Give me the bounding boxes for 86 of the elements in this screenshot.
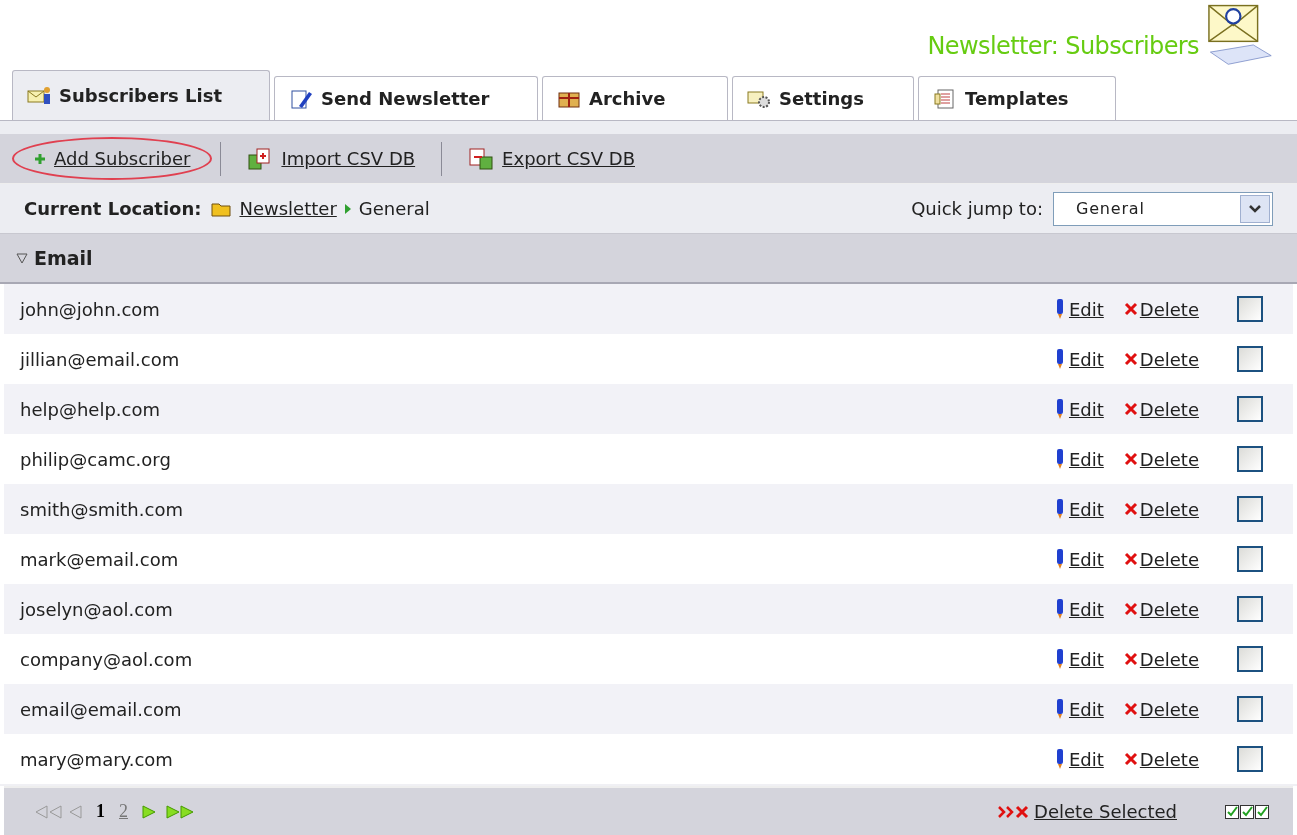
row-checkbox[interactable] (1237, 696, 1263, 722)
edit-link[interactable]: Edit (1057, 645, 1104, 673)
delete-icon (1123, 352, 1138, 366)
email-cell-text: jillian@email.com (20, 347, 180, 372)
row-checkbox[interactable] (1237, 396, 1263, 422)
row-checkbox[interactable] (1237, 746, 1263, 772)
marker-icon (1057, 749, 1063, 769)
tab[interactable]: Subscribers List (12, 70, 270, 120)
delete-link[interactable]: Delete (1123, 745, 1199, 773)
email-cell-text: company@aol.com (20, 647, 193, 672)
tab[interactable]: Templates (918, 76, 1116, 120)
edit-link[interactable]: Edit (1057, 495, 1104, 523)
toolbar-link[interactable]: Add Subscriber (12, 137, 213, 180)
location-label: Current Location: (24, 197, 202, 221)
tab[interactable]: Send Newsletter (274, 76, 538, 120)
marker-icon (1057, 599, 1063, 619)
delete-icon (1123, 652, 1138, 666)
row-checkbox[interactable] (1237, 596, 1263, 622)
edit-link[interactable]: Edit (1057, 695, 1104, 723)
row-checkbox[interactable] (1237, 646, 1263, 672)
email-cell-text: help@help.com (20, 397, 160, 422)
delete-link[interactable]: Delete (1123, 695, 1199, 723)
edit-link[interactable]: Edit (1057, 445, 1104, 473)
row-checkbox[interactable] (1237, 496, 1263, 522)
email-cell-text: email@email.com (20, 697, 182, 722)
breadcrumb-current: General (358, 197, 430, 221)
marker-icon (1057, 299, 1063, 319)
marker-icon (1057, 449, 1063, 469)
edit-link[interactable]: Edit (1057, 745, 1104, 773)
arrow-right-icon (344, 203, 351, 214)
delete-icon (1123, 602, 1138, 616)
delete-icon (1123, 402, 1138, 416)
tab[interactable]: Settings (732, 76, 914, 120)
marker-icon (1057, 499, 1063, 519)
email-cell-text: joselyn@aol.com (20, 597, 173, 622)
delete-icon (1123, 452, 1138, 466)
tab[interactable]: Archive (542, 76, 728, 120)
row-checkbox[interactable] (1237, 446, 1263, 472)
email-cell-text: mark@email.com (20, 547, 179, 572)
email-cell-text: john@john.com (20, 297, 160, 322)
delete-icon (1123, 502, 1138, 516)
delete-link[interactable]: Delete (1123, 345, 1199, 373)
delete-selected-link[interactable]: Delete Selected (998, 798, 1177, 825)
delete-icon (1123, 302, 1138, 316)
marker-icon (1057, 649, 1063, 669)
quick-jump-label: Quick jump to: (911, 197, 1043, 221)
row-checkbox[interactable] (1237, 296, 1263, 322)
document-icon (933, 87, 957, 110)
delete-link[interactable]: Delete (1123, 645, 1199, 673)
edit-link[interactable]: Edit (1057, 395, 1104, 423)
edit-link[interactable]: Edit (1057, 345, 1104, 373)
delete-icon (1123, 552, 1138, 566)
edit-link[interactable]: Edit (1057, 295, 1104, 323)
select-all-icon[interactable] (1225, 803, 1271, 820)
export-icon (468, 146, 495, 171)
delete-icon (1123, 752, 1138, 766)
delete-link[interactable]: Delete (1123, 395, 1199, 423)
marker-icon (1057, 549, 1063, 569)
row-checkbox[interactable] (1237, 346, 1263, 372)
delete-link[interactable]: Delete (1123, 445, 1199, 473)
delete-link[interactable]: Delete (1123, 295, 1199, 323)
marker-icon (1057, 699, 1063, 719)
email-cell-text: philip@camc.org (20, 447, 171, 472)
document-pen-icon (289, 87, 313, 110)
folder-icon (211, 200, 232, 217)
column-header: Email (34, 245, 93, 271)
email-cell-text: smith@smith.com (20, 497, 183, 522)
plus-icon (34, 152, 46, 165)
edit-link[interactable]: Edit (1057, 595, 1104, 623)
delete-link[interactable]: Delete (1123, 595, 1199, 623)
quick-jump-select[interactable]: General (1053, 191, 1273, 226)
page-title: Newsletter: Subscribers (927, 31, 1199, 62)
breadcrumb-link[interactable]: Newsletter (239, 195, 337, 222)
delete-link[interactable]: Delete (1123, 495, 1199, 523)
delete-icon (1123, 702, 1138, 716)
email-cell-text: mary@mary.com (20, 747, 173, 772)
edit-link[interactable]: Edit (1057, 545, 1104, 573)
toolbar-link[interactable]: Import CSV DB (229, 141, 434, 176)
sort-triangle-icon (16, 252, 28, 264)
envelope-people-icon (27, 84, 51, 107)
marker-icon (1057, 349, 1063, 369)
toolbar-link[interactable]: Export CSV DB (450, 141, 653, 176)
row-checkbox[interactable] (1237, 546, 1263, 572)
delete-link[interactable]: Delete (1123, 545, 1199, 573)
marker-icon (1057, 399, 1063, 419)
page-link[interactable]: 1 (96, 798, 105, 825)
